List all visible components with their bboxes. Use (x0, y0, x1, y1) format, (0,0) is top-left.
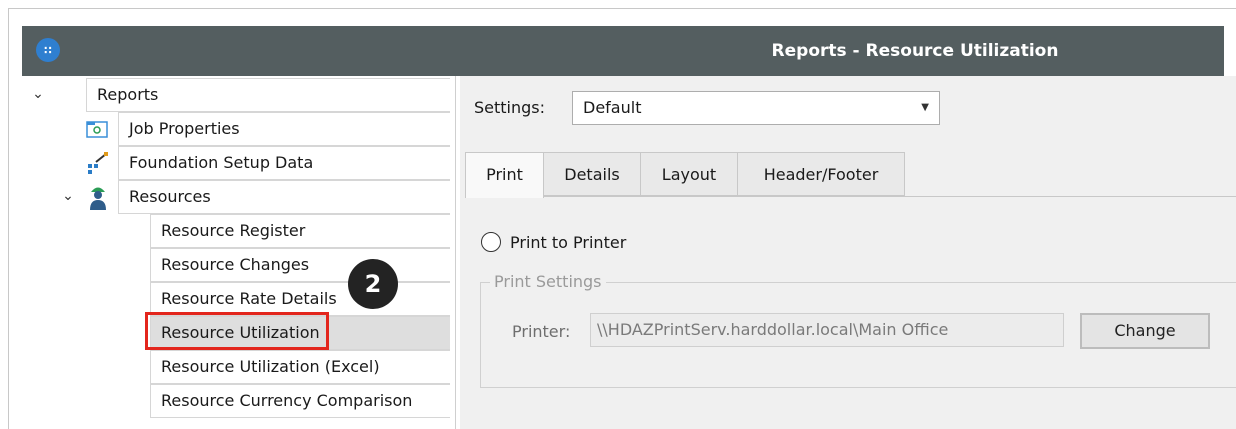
tree-item-label: Resources (129, 187, 211, 206)
tree-root-reports[interactable]: Reports (86, 78, 450, 112)
tree-item-job-properties[interactable]: Job Properties (118, 112, 450, 146)
chevron-down-icon[interactable]: ⌄ (30, 86, 46, 102)
print-to-printer-radio[interactable] (481, 232, 501, 252)
printer-field[interactable]: \\HDAZPrintServ.harddollar.local\Main Of… (590, 313, 1064, 347)
tree-item-label: Resource Utilization (Excel) (161, 357, 380, 376)
tree-item-label: Job Properties (129, 119, 240, 138)
printer-value: \\HDAZPrintServ.harddollar.local\Main Of… (597, 320, 949, 339)
tab-details[interactable]: Details (543, 152, 641, 196)
printer-label: Printer: (512, 322, 571, 341)
tree-item-resources[interactable]: Resources (118, 180, 450, 214)
highlight-box (145, 312, 329, 350)
tab-strip-line (543, 196, 1236, 197)
print-settings-legend: Print Settings (490, 272, 606, 291)
worker-icon (88, 184, 108, 214)
settings-value: Default (583, 98, 642, 117)
tab-header-footer[interactable]: Header/Footer (737, 152, 905, 196)
tree-root-label: Reports (97, 85, 159, 104)
tree-item-label: Resource Changes (161, 255, 310, 274)
tree-item-resource-register[interactable]: Resource Register (150, 214, 450, 248)
change-button[interactable]: Change (1080, 313, 1210, 349)
tab-print[interactable]: Print (465, 152, 544, 198)
chevron-down-icon[interactable]: ⌄ (60, 188, 76, 204)
tree-item-resource-rate-details[interactable]: Resource Rate Details (150, 282, 450, 316)
dropdown-arrow-icon[interactable]: ▼ (921, 92, 929, 124)
tree-item-resource-currency-comparison[interactable]: Resource Currency Comparison (150, 384, 450, 418)
setup-data-icon (86, 152, 110, 178)
tab-layout[interactable]: Layout (640, 152, 738, 196)
tree-item-label: Foundation Setup Data (129, 153, 314, 172)
app-logo-icon[interactable]: ∷ (36, 38, 60, 62)
step-badge: 2 (348, 259, 398, 309)
folder-settings-icon (86, 120, 108, 142)
tree-item-foundation-setup-data[interactable]: Foundation Setup Data (118, 146, 450, 180)
tree-item-label: Resource Register (161, 221, 306, 240)
tree-item-resource-changes[interactable]: Resource Changes (150, 248, 450, 282)
tree-item-resource-utilization-excel[interactable]: Resource Utilization (Excel) (150, 350, 450, 384)
window-title: Reports - Resource Utilization (771, 41, 1059, 61)
settings-label: Settings: (474, 98, 546, 117)
tree-item-label: Resource Currency Comparison (161, 391, 413, 410)
screenshot-frame: ∷ Reports - Resource Utilization ⌄ Repor… (0, 0, 1236, 429)
print-to-printer-label: Print to Printer (510, 233, 627, 252)
settings-dropdown[interactable]: Default ▼ (572, 91, 940, 125)
tree-item-label: Resource Rate Details (161, 289, 337, 308)
